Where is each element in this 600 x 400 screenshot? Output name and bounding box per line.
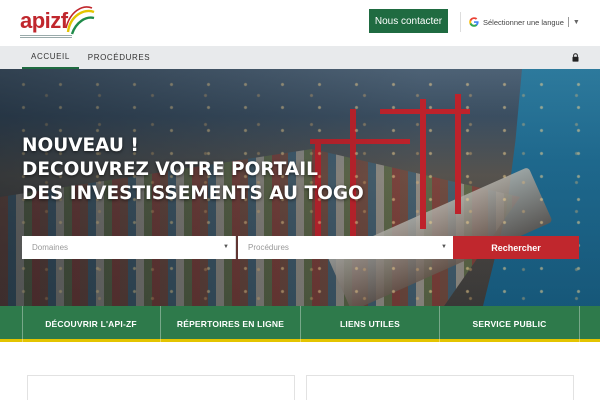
language-separator — [567, 17, 569, 27]
caret-down-icon: ▼ — [572, 18, 580, 26]
lock-icon[interactable] — [572, 53, 579, 62]
hero-title-line: DECOUVREZ VOTRE PORTAIL — [22, 159, 318, 180]
quicklink-liens-utiles[interactable]: LIENS UTILES — [301, 306, 439, 342]
header: apizf Nous contacter Sélectionner une la… — [0, 0, 600, 46]
quicklinks-bar: DÉCOUVRIR L'API-ZF RÉPERTOIRES EN LIGNE … — [0, 306, 600, 342]
content-card — [27, 375, 295, 400]
caret-down-icon: ▼ — [223, 244, 229, 250]
content-area — [0, 345, 600, 400]
google-g-icon — [469, 17, 479, 27]
content-card — [306, 375, 574, 400]
logo-tagline-lines — [20, 35, 72, 39]
hero-title-line: NOUVEAU ! — [22, 135, 139, 156]
quicklink-divider — [579, 306, 580, 342]
caret-down-icon: ▼ — [441, 244, 447, 250]
quicklink-decouvrir[interactable]: DÉCOUVRIR L'API-ZF — [22, 306, 160, 342]
hero-title: NOUVEAU ! DECOUVREZ VOTRE PORTAIL DES IN… — [22, 134, 364, 206]
logo-text: apizf — [20, 8, 68, 33]
quicklink-service-public[interactable]: SERVICE PUBLIC — [440, 306, 579, 342]
hero-title-line: DES INVESTISSEMENTS AU TOGO — [22, 183, 364, 204]
domaines-placeholder: Domaines — [32, 243, 69, 252]
logo-swoosh-icon — [65, 6, 95, 35]
language-selector[interactable]: Sélectionner une langue ▼ — [460, 12, 584, 32]
search-button[interactable]: Rechercher — [453, 236, 579, 259]
procedures-placeholder: Procédures — [248, 243, 289, 252]
procedures-select[interactable]: Procédures ▼ — [238, 236, 453, 259]
domaines-select[interactable]: Domaines ▼ — [22, 236, 236, 259]
api-zf-logo[interactable]: apizf — [20, 6, 95, 39]
language-label: Sélectionner une langue — [483, 17, 564, 27]
search-form: Domaines ▼ Procédures ▼ Rechercher — [22, 236, 579, 259]
quicklink-repertoires[interactable]: RÉPERTOIRES EN LIGNE — [161, 306, 300, 342]
contact-button[interactable]: Nous contacter — [369, 9, 448, 33]
nav-item-procedures[interactable]: PROCÉDURES — [86, 46, 152, 69]
main-nav: ACCUEIL PROCÉDURES — [0, 46, 600, 69]
nav-item-accueil[interactable]: ACCUEIL — [22, 46, 79, 69]
